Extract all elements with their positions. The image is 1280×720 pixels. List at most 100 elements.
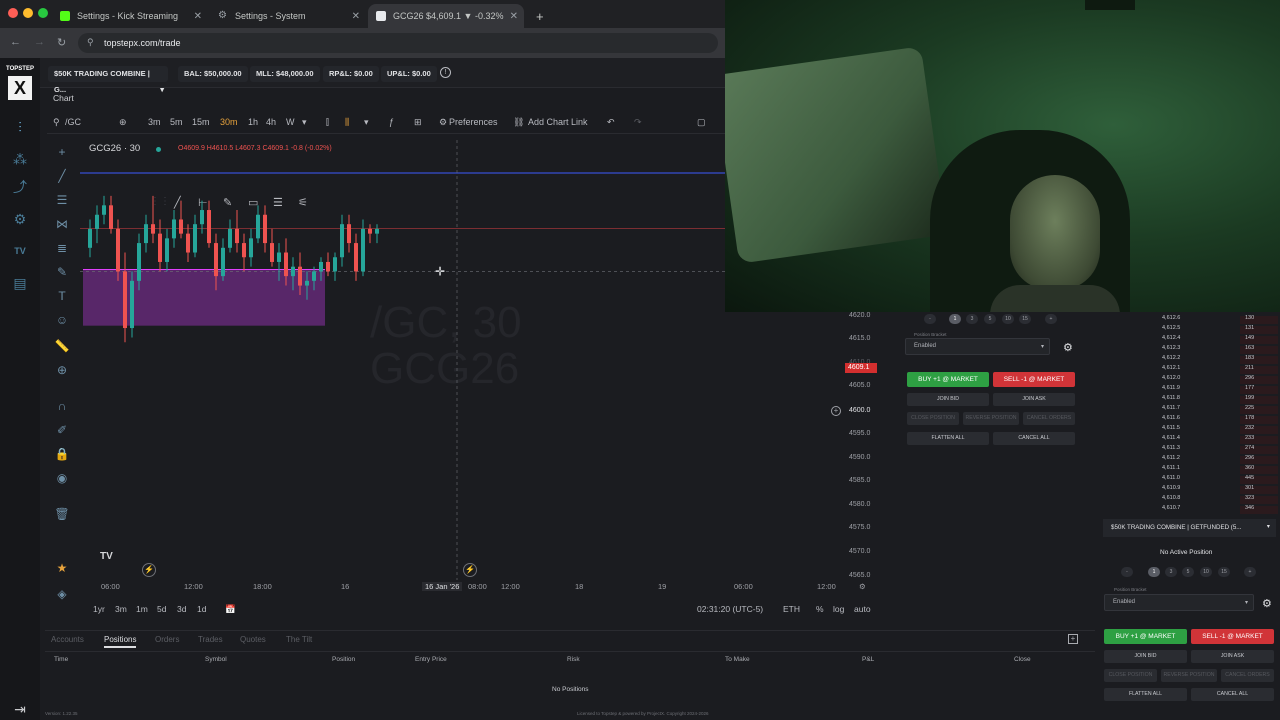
reverse-position-button[interactable]: REVERSE POSITION	[963, 412, 1019, 425]
settings-icon[interactable]: ⚙	[1063, 341, 1073, 354]
cancel-all-button[interactable]: CANCEL ALL	[993, 432, 1075, 445]
new-tab-button[interactable]: +	[528, 4, 548, 28]
range-1m[interactable]: 1m	[136, 604, 148, 614]
close-icon[interactable]: ✕	[510, 11, 518, 22]
session-toggle[interactable]: ETH	[783, 604, 800, 614]
qty-plus[interactable]: +	[1244, 567, 1256, 577]
performance-icon[interactable]: ⤴	[9, 176, 31, 198]
eye-icon[interactable]: ◉	[54, 470, 70, 486]
sell-market-button[interactable]: SELL -1 @ MARKET	[993, 372, 1075, 387]
dom-row[interactable]: 4,612.1 211	[1100, 365, 1280, 375]
sell-market-button[interactable]: SELL -1 @ MARKET	[1191, 629, 1274, 644]
tab-system-settings[interactable]: ⚙ Settings - System ✕	[210, 4, 366, 28]
buy-market-button[interactable]: BUY +1 @ MARKET	[1104, 629, 1187, 644]
trade-icon[interactable]: ⫶	[9, 116, 31, 138]
tab-orders[interactable]: Orders	[155, 635, 179, 644]
dom-row[interactable]: 4,611.1 360	[1100, 465, 1280, 475]
horizontal-lines-icon[interactable]: ☰	[54, 192, 70, 208]
lock-icon[interactable]: 🔒	[54, 446, 70, 462]
interval-3m[interactable]: 3m	[148, 117, 161, 127]
settings-icon[interactable]: ⚙	[1262, 597, 1272, 610]
qty-1[interactable]: 1	[949, 314, 961, 324]
pattern-icon[interactable]: ⋈	[54, 216, 70, 232]
pencil-lock-icon[interactable]: ✐	[54, 422, 70, 438]
interval-4h[interactable]: 4h	[266, 117, 276, 127]
symbol-search-icon[interactable]: ⚲	[53, 117, 60, 128]
dom-row[interactable]: 4,611.3 274	[1100, 445, 1280, 455]
flatten-all-button[interactable]: FLATTEN ALL	[907, 432, 989, 445]
qty-5[interactable]: 5	[1182, 567, 1194, 577]
add-panel-icon[interactable]: +	[1068, 634, 1078, 644]
time-axis[interactable]: 06:00 12:00 18:00 16 16 Jan '26 08:00 12…	[80, 582, 870, 596]
preferences-icon[interactable]: ⚙	[439, 117, 447, 128]
dom-row[interactable]: 4,611.4 233	[1100, 435, 1280, 445]
redo-icon[interactable]: ↷	[634, 117, 642, 128]
dom-row[interactable]: 4,610.9 301	[1100, 485, 1280, 495]
url-field[interactable]: ⚲ topstepx.com/trade	[78, 33, 718, 53]
layers-icon[interactable]: ◈	[54, 586, 70, 602]
fullscreen-icon[interactable]: ▢	[697, 117, 706, 128]
column-header[interactable]: Entry Price	[415, 656, 447, 663]
dom-row[interactable]: 4,612.4 149	[1100, 335, 1280, 345]
dom-row[interactable]: 4,612.5 131	[1100, 325, 1280, 335]
join-bid-button[interactable]: JOIN BID	[1104, 650, 1187, 663]
column-header[interactable]: Risk	[567, 656, 580, 663]
window-minimize-dot[interactable]	[23, 8, 33, 18]
close-position-button[interactable]: CLOSE POSITION	[907, 412, 959, 425]
back-icon[interactable]: ←	[10, 36, 21, 48]
dom-row[interactable]: 4,610.7 346	[1100, 505, 1280, 515]
text-icon[interactable]: T	[54, 288, 70, 304]
tab-the-tilt[interactable]: The Tilt	[286, 635, 312, 644]
tv-icon[interactable]: TV	[9, 240, 31, 262]
window-maximize-dot[interactable]	[38, 8, 48, 18]
chart-tab[interactable]: Chart	[53, 93, 74, 103]
lightning-icon[interactable]: ⚡	[463, 563, 477, 577]
undo-icon[interactable]: ↶	[607, 117, 615, 128]
window-close-dot[interactable]	[8, 8, 18, 18]
interval-1h[interactable]: 1h	[248, 117, 258, 127]
qty-minus[interactable]: -	[1121, 567, 1133, 577]
flatten-all-button[interactable]: FLATTEN ALL	[1104, 688, 1187, 701]
dom-row[interactable]: 4,611.8 199	[1100, 395, 1280, 405]
account-selector[interactable]: $50K TRADING COMBINE | G... ▾	[48, 66, 168, 94]
column-header[interactable]: Close	[1014, 656, 1031, 663]
column-header[interactable]: Time	[54, 656, 68, 663]
dom-row[interactable]: 4,611.7 225	[1100, 405, 1280, 415]
emoji-icon[interactable]: ☺	[54, 312, 70, 328]
cancel-orders-button[interactable]: CANCEL ORDERS	[1023, 412, 1075, 425]
qty-3[interactable]: 3	[966, 314, 978, 324]
dom-row[interactable]: 4,611.9 177	[1100, 385, 1280, 395]
settings-icon[interactable]: ⚙	[859, 582, 866, 591]
tab-gcg26[interactable]: GCG26 $4,609.1 ▼ -0.32% ✕	[368, 4, 524, 28]
crosshair-icon[interactable]: +	[54, 144, 70, 160]
join-ask-button[interactable]: JOIN ASK	[993, 393, 1075, 406]
column-header[interactable]: Symbol	[205, 656, 227, 663]
qty-5[interactable]: 5	[984, 314, 996, 324]
tab-quotes[interactable]: Quotes	[240, 635, 266, 644]
tab-positions[interactable]: Positions	[104, 635, 137, 648]
auto-toggle[interactable]: auto	[854, 604, 871, 614]
interval-w[interactable]: W	[286, 117, 295, 127]
qty-1[interactable]: 1	[1148, 567, 1160, 577]
indicators-icon[interactable]: ƒ	[389, 117, 394, 127]
dom-row[interactable]: 4,611.6 178	[1100, 415, 1280, 425]
settings-icon[interactable]: ⚙	[9, 208, 31, 230]
qty-minus[interactable]: -	[924, 314, 936, 324]
qty-3[interactable]: 3	[1165, 567, 1177, 577]
bracket-select[interactable]: Enabled ▾	[1104, 594, 1254, 611]
fib-icon[interactable]: ≣	[54, 240, 70, 256]
bracket-select[interactable]: Enabled ▾	[905, 338, 1050, 355]
chevron-down-icon[interactable]: ▾	[364, 117, 369, 128]
cancel-orders-button[interactable]: CANCEL ORDERS	[1221, 669, 1274, 682]
price-axis[interactable]: 4620.0 4615.0 4610.0 4605.0 4595.0 4590.…	[831, 300, 880, 580]
tab-trades[interactable]: Trades	[198, 635, 223, 644]
range-5d[interactable]: 5d	[157, 604, 166, 614]
dom-row[interactable]: 4,612.0 296	[1100, 375, 1280, 385]
range-3d[interactable]: 3d	[177, 604, 186, 614]
brush-icon[interactable]: ✎	[54, 264, 70, 280]
dom-row[interactable]: 4,612.2 183	[1100, 355, 1280, 365]
column-header[interactable]: To Make	[725, 656, 750, 663]
tab-kick-settings[interactable]: Settings - Kick Streaming ✕	[52, 4, 208, 28]
range-3m[interactable]: 3m	[115, 604, 127, 614]
tab-accounts[interactable]: Accounts	[51, 635, 84, 644]
